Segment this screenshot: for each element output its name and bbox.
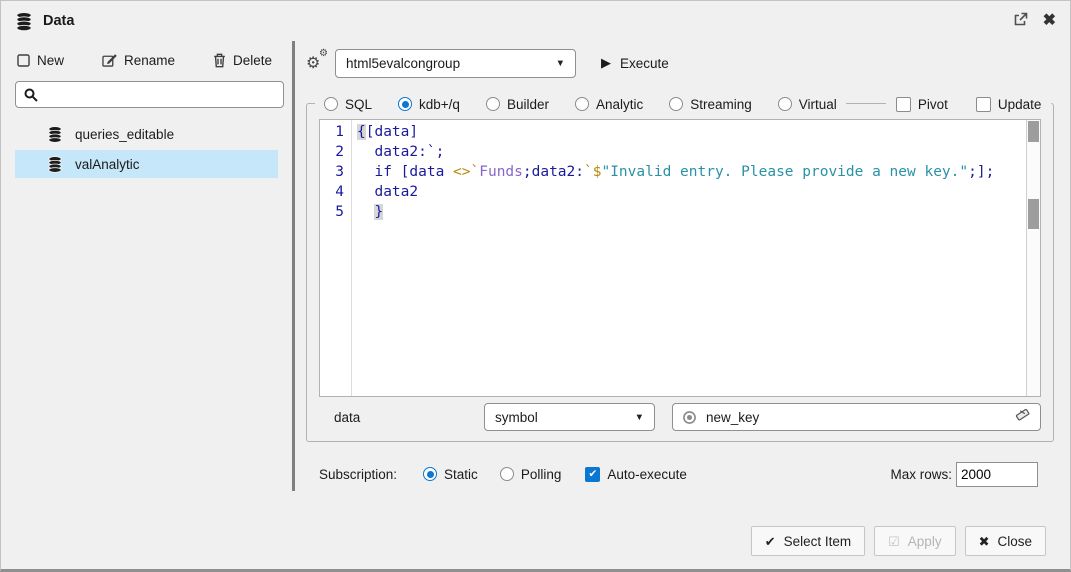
execute-button[interactable]: ▶ Execute (601, 55, 669, 71)
subscription-options: Static Polling (423, 467, 561, 482)
delete-button[interactable]: Delete (213, 53, 272, 68)
list-item-label: queries_editable (75, 127, 174, 142)
checkbox-check-icon: ☑ (888, 535, 900, 548)
eraser-icon[interactable] (1014, 407, 1031, 427)
code-line: if [data <>`Funds;data2:`$"Invalid entry… (357, 162, 1026, 182)
scrollbar-marker[interactable] (1028, 199, 1039, 229)
mode-radio-kdb+/q[interactable]: kdb+/q (398, 97, 460, 112)
auto-execute-checkbox[interactable]: ✔ Auto-execute (585, 467, 687, 482)
subscription-radio-Static[interactable]: Static (423, 467, 478, 482)
code-editor[interactable]: 12345 {[data] data2:`; if [data <>`Funds… (319, 119, 1041, 397)
line-number: 4 (320, 182, 344, 202)
scrollbar-thumb[interactable] (1028, 121, 1039, 142)
line-number: 2 (320, 142, 344, 162)
popout-icon[interactable] (1013, 12, 1028, 31)
database-icon (15, 12, 33, 31)
connection-select[interactable]: html5evalcongroup ▼ (335, 49, 576, 78)
code-line: {[data] (357, 122, 1026, 142)
max-rows-label: Max rows: (890, 467, 952, 482)
editor-scrollbar[interactable] (1026, 120, 1040, 396)
list-item-valAnalytic[interactable]: valAnalytic (15, 150, 278, 178)
search-box[interactable] (15, 81, 284, 108)
flag-checkbox-Pivot[interactable]: Pivot (896, 97, 948, 112)
edit-icon (102, 53, 117, 67)
code-area[interactable]: {[data] data2:`; if [data <>`Funds;data2… (352, 120, 1026, 396)
mode-radio-Streaming[interactable]: Streaming (669, 97, 752, 112)
new-button[interactable]: New (17, 53, 64, 68)
close-icon[interactable]: ✖ (1043, 13, 1056, 29)
param-name-label: data (319, 410, 484, 425)
play-icon: ▶ (601, 55, 611, 71)
search-icon (24, 88, 38, 102)
check-icon: ✔ (765, 535, 776, 548)
apply-button[interactable]: ☑ Apply (874, 526, 955, 556)
query-fieldset: SQL kdb+/q Builder Analytic Streaming Vi… (306, 103, 1054, 442)
mode-radio-Builder[interactable]: Builder (486, 97, 549, 112)
subscription-label: Subscription: (319, 467, 397, 482)
database-icon (47, 156, 63, 173)
param-value-text: new_key (706, 410, 759, 425)
chevron-down-icon: ▼ (556, 58, 565, 69)
list-item-queries_editable[interactable]: queries_editable (15, 120, 278, 148)
database-icon (47, 126, 63, 143)
eye-icon (682, 410, 697, 425)
query-panel: ⚙ ⚙ html5evalcongroup ▼ ▶ Execute SQL kd… (295, 41, 1070, 556)
select-item-button[interactable]: ✔ Select Item (751, 526, 865, 556)
list-item-label: valAnalytic (75, 157, 140, 172)
param-type-select[interactable]: symbol ▼ (484, 403, 655, 431)
code-line: data2:`; (357, 142, 1026, 162)
object-list: queries_editable valAnalytic (15, 120, 278, 178)
line-number: 1 (320, 122, 344, 142)
code-line: data2 (357, 182, 1026, 202)
line-number: 3 (320, 162, 344, 182)
settings-gears-icon[interactable]: ⚙ ⚙ (306, 51, 333, 75)
titlebar: Data ✖ (1, 1, 1070, 41)
param-value-input[interactable]: new_key (672, 403, 1041, 431)
mode-group: SQL kdb+/q Builder Analytic Streaming Vi… (315, 93, 846, 115)
code-line: } (357, 202, 1026, 222)
new-icon (17, 54, 30, 67)
mode-radio-Virtual[interactable]: Virtual (778, 97, 837, 112)
line-number-gutter: 12345 (320, 120, 352, 396)
x-icon: ✖ (979, 535, 990, 548)
close-button[interactable]: ✖ Close (965, 526, 1046, 556)
line-number: 5 (320, 202, 344, 222)
rename-button[interactable]: Rename (102, 53, 175, 68)
chevron-down-icon: ▼ (635, 412, 644, 423)
sidebar: New Rename Delete (1, 41, 292, 556)
max-rows-input[interactable] (956, 462, 1038, 487)
mode-radio-Analytic[interactable]: Analytic (575, 97, 643, 112)
subscription-radio-Polling[interactable]: Polling (500, 467, 562, 482)
page-title: Data (43, 13, 74, 29)
flag-group: Pivot Update (886, 93, 1052, 115)
flag-checkbox-Update[interactable]: Update (976, 97, 1042, 112)
trash-icon (213, 53, 226, 68)
mode-radio-SQL[interactable]: SQL (324, 97, 372, 112)
search-input[interactable] (44, 86, 275, 103)
